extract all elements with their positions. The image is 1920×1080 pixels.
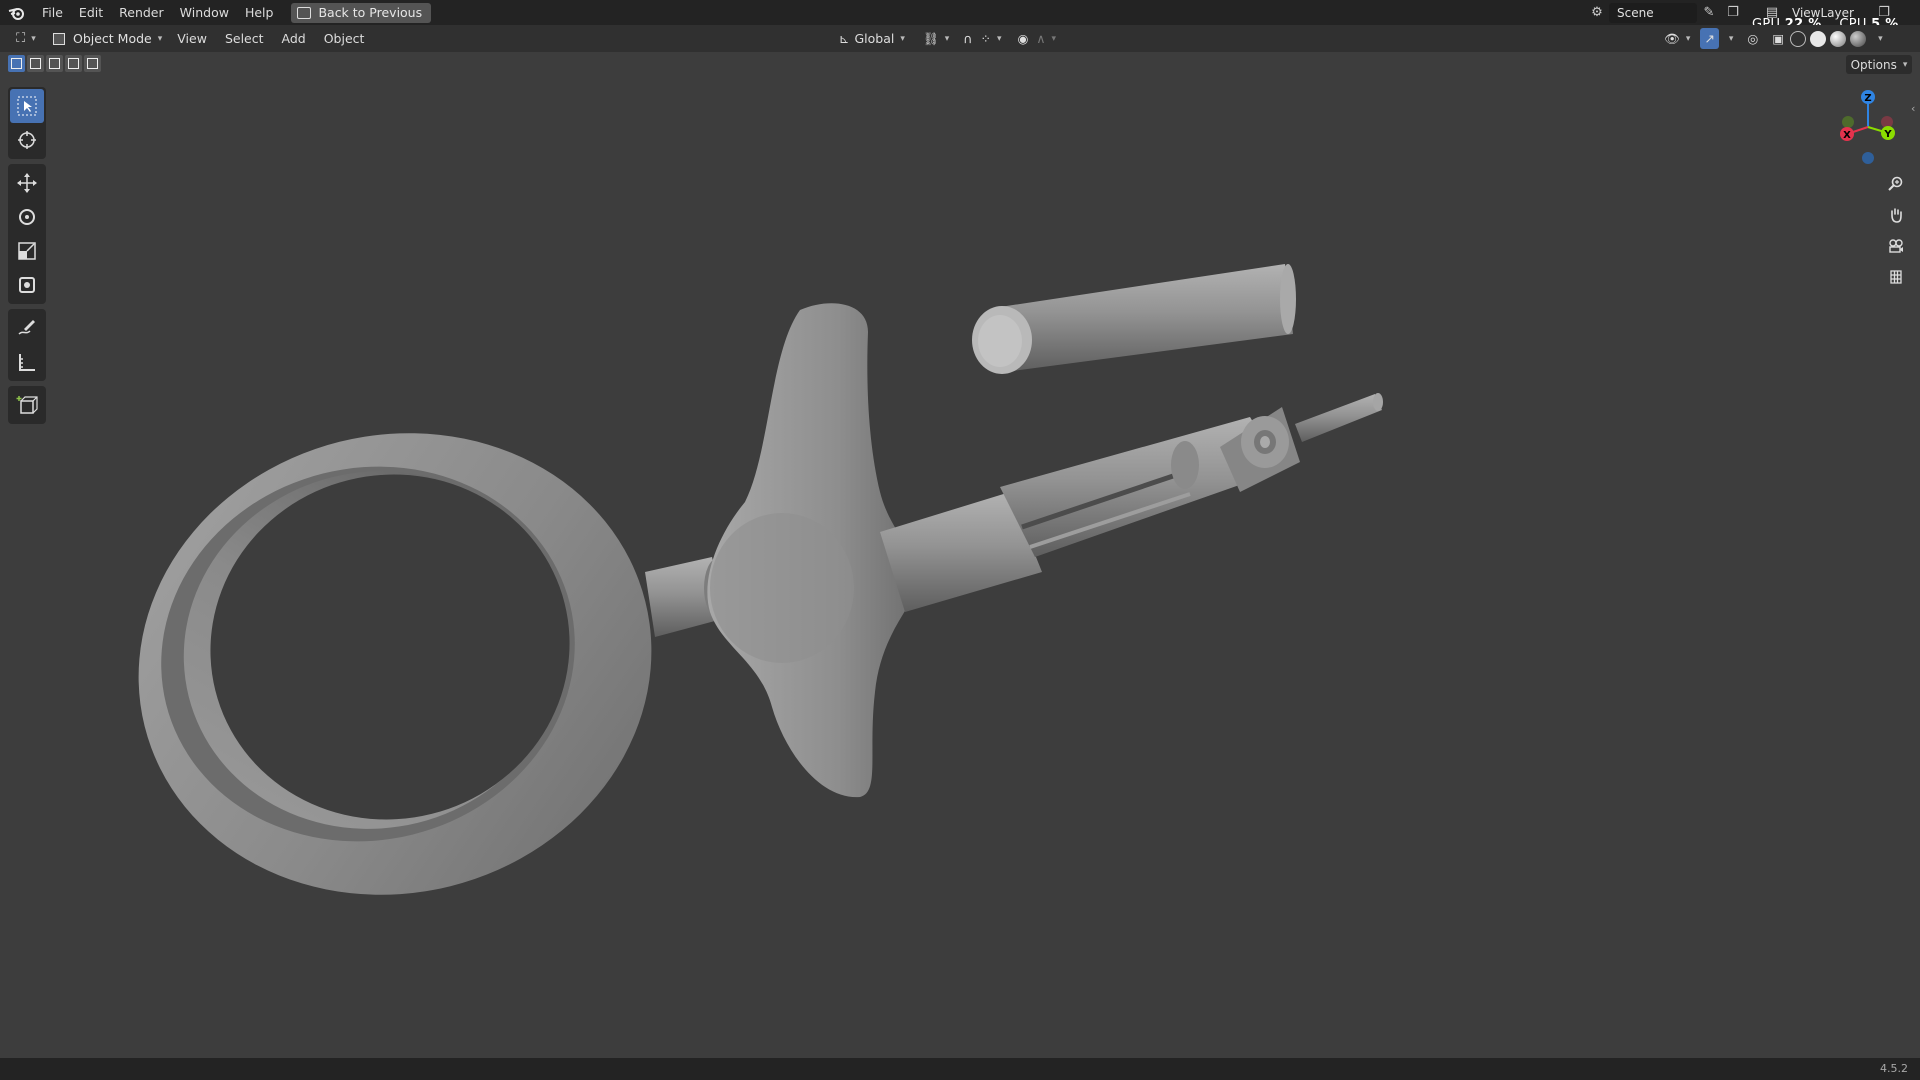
magnet-icon: ∩ [963,31,973,46]
syringe-model[interactable] [0,52,1920,1058]
thumb-ring[interactable] [89,379,700,948]
back-to-previous-label: Back to Previous [318,5,423,20]
pivot-icon: ⛓ [922,30,939,46]
material-shading-icon[interactable] [1830,30,1847,47]
menu-window[interactable]: Window [172,0,237,25]
tool-group-select [8,87,46,159]
falloff-dropdown[interactable]: ∧ ▾ [1032,28,1060,49]
menu-render[interactable]: Render [111,0,172,25]
gizmo-toggle[interactable]: ↗ [1700,28,1719,49]
z-axis-label: Z [1864,93,1871,104]
proportional-edit-icon: ◉ [1017,31,1029,46]
wireframe-shading-icon[interactable] [1790,30,1807,47]
scene-name: Scene [1617,5,1654,20]
transform-orientation-label: Global [854,31,895,46]
menu-select[interactable]: Select [216,25,273,52]
zoom-icon[interactable] [1882,170,1910,198]
rotate-icon[interactable] [10,200,44,234]
overlays-icon: ◎ [1747,31,1759,46]
scene-selector: ⚙ Scene ✎ ❐ [1585,2,1745,23]
screen-icon [297,6,312,19]
overlays-toggle[interactable]: ◎ [1743,28,1762,49]
transform-icon[interactable] [10,268,44,302]
transform-orientation-dropdown[interactable]: ⊾ Global ▾ [835,28,909,49]
new-scene-icon[interactable]: ❐ [1721,3,1745,23]
x-axis-label: X [1843,130,1851,141]
neg-z-axis-icon[interactable] [1862,152,1874,164]
select-box-icon[interactable] [10,89,44,123]
menu-file[interactable]: File [34,0,71,25]
solid-shading-icon[interactable] [1810,30,1827,47]
menu-view[interactable]: View [168,25,216,52]
syringe-barrel[interactable] [880,393,1383,612]
navigation-buttons [1882,170,1910,294]
xray-icon: ▣ [1772,31,1785,46]
menu-object[interactable]: Object [315,25,374,52]
y-axis-label: Y [1883,129,1892,140]
grid-perspective-icon[interactable] [1882,263,1910,291]
back-to-previous-button[interactable]: Back to Previous [291,2,432,23]
measure-icon[interactable] [10,345,44,379]
viewport-header: ⛶ ▾ Object Mode ▾ View Select Add Object … [0,25,1920,52]
cursor-icon[interactable] [10,123,44,157]
scene-icon[interactable]: ⚙ [1585,3,1609,23]
tool-group-add [8,386,46,424]
orientation-icon: ⊾ [839,31,850,46]
pin-icon[interactable]: ✎ [1697,3,1721,23]
menu-add[interactable]: Add [273,25,315,52]
top-menu-bar: File Edit Render Window Help Back to Pre… [0,0,1920,32]
chevron-down-icon: ▾ [1728,33,1734,44]
object-mode-icon [53,32,65,45]
navigation-gizmo[interactable]: Z X Y [1825,85,1915,170]
viewport-display-tools: 👁 ▾ ↗ ▾ ◎ ▣ ▾ [1660,25,1887,52]
xray-toggle[interactable]: ▣ [1768,28,1788,49]
sidebar-collapse-icon[interactable]: ‹ [1911,102,1915,115]
pivot-point-button[interactable]: ⛓ ▾ [919,28,953,49]
snap-grid-icon: ⁘ [980,31,991,46]
visibility-dropdown[interactable]: 👁 ▾ [1660,28,1694,49]
chevron-down-icon: ▾ [1878,33,1883,44]
camera-icon[interactable] [1882,232,1910,260]
proportional-edit-toggle[interactable]: ◉ [1013,28,1032,49]
falloff-icon: ∧ [1036,31,1046,46]
object-mode-label: Object Mode [73,31,152,46]
tool-group-annotate [8,309,46,381]
transform-tools: ⊾ Global ▾ ⛓ ▾ ∩ ⁘ ▾ ◉ ∧ ▾ [835,25,1060,52]
pan-hand-icon[interactable] [1882,201,1910,229]
eye-icon: 👁 [1664,30,1680,46]
object-mode-dropdown[interactable]: Object Mode ▾ [48,28,168,49]
gizmo-icon: ↗ [1704,31,1715,46]
tool-shelf [8,87,46,429]
add-cube-icon[interactable] [10,388,44,422]
blender-logo-icon[interactable] [0,0,34,25]
editor-type-icon: ⛶ [16,31,26,46]
cartridge-cylinder[interactable] [972,264,1296,374]
scene-name-field[interactable]: Scene [1609,2,1697,23]
chevron-down-icon: ▾ [157,33,163,44]
scale-icon[interactable] [10,234,44,268]
neg-y-axis-icon[interactable] [1842,116,1854,128]
rendered-shading-icon[interactable] [1850,30,1867,47]
move-icon[interactable] [10,166,44,200]
shading-dropdown[interactable]: ▾ [1868,28,1887,49]
snap-target-dropdown[interactable]: ⁘ ▾ [976,28,1005,49]
menu-edit[interactable]: Edit [71,0,111,25]
editor-type-selector[interactable]: ⛶ ▾ [10,28,42,49]
gizmo-dropdown[interactable]: ▾ [1719,28,1738,49]
tool-group-transform [8,164,46,304]
annotate-icon[interactable] [10,311,44,345]
chevron-down-icon: ▾ [900,33,905,44]
version-label: 4.5.2 [1880,1062,1908,1075]
status-bar: 4.5.2 [0,1058,1920,1080]
snap-toggle[interactable]: ∩ [959,28,976,49]
menu-help[interactable]: Help [237,0,282,25]
